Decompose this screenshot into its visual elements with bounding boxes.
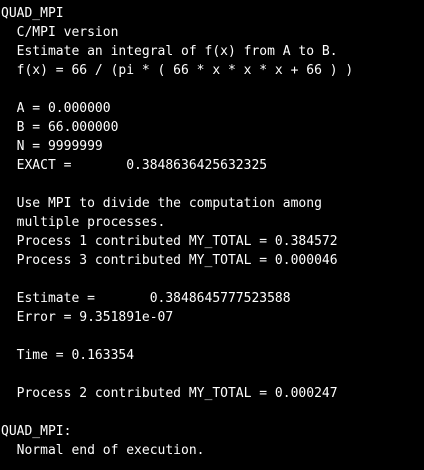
terminal-line-description: Estimate an integral of f(x) from A to B…: [1, 44, 338, 59]
terminal-line-b-value: B = 66.000000: [1, 120, 119, 135]
terminal-line-error: Error = 9.351891e-07: [1, 310, 174, 325]
terminal-line-a-value: A = 0.000000: [1, 101, 111, 116]
terminal-line-time: Time = 0.163354: [1, 348, 135, 363]
terminal-line-mpi-info-cont: multiple processes.: [1, 215, 166, 230]
terminal-line-version: C/MPI version: [1, 25, 119, 40]
terminal-line-program-footer: QUAD_MPI:: [1, 424, 72, 439]
terminal-line-n-value: N = 9999999: [1, 139, 103, 154]
terminal-line-mpi-info: Use MPI to divide the computation among: [1, 196, 322, 211]
terminal-line-process-3-total: Process 3 contributed MY_TOTAL = 0.00004…: [1, 253, 338, 268]
terminal-window[interactable]: QUAD_MPI C/MPI version Estimate an integ…: [0, 0, 424, 470]
terminal-line-estimate: Estimate = 0.3848645777523588: [1, 291, 291, 306]
terminal-line-process-1-total: Process 1 contributed MY_TOTAL = 0.38457…: [1, 234, 338, 249]
terminal-line-program-name: QUAD_MPI: [1, 6, 64, 21]
terminal-line-exact-value: EXACT = 0.3848636425632325: [1, 158, 268, 173]
terminal-line-function: f(x) = 66 / (pi * ( 66 * x * x * x + 66 …: [1, 63, 354, 78]
terminal-line-process-2-total: Process 2 contributed MY_TOTAL = 0.00024…: [1, 386, 338, 401]
terminal-line-end-message: Normal end of execution.: [1, 443, 205, 458]
